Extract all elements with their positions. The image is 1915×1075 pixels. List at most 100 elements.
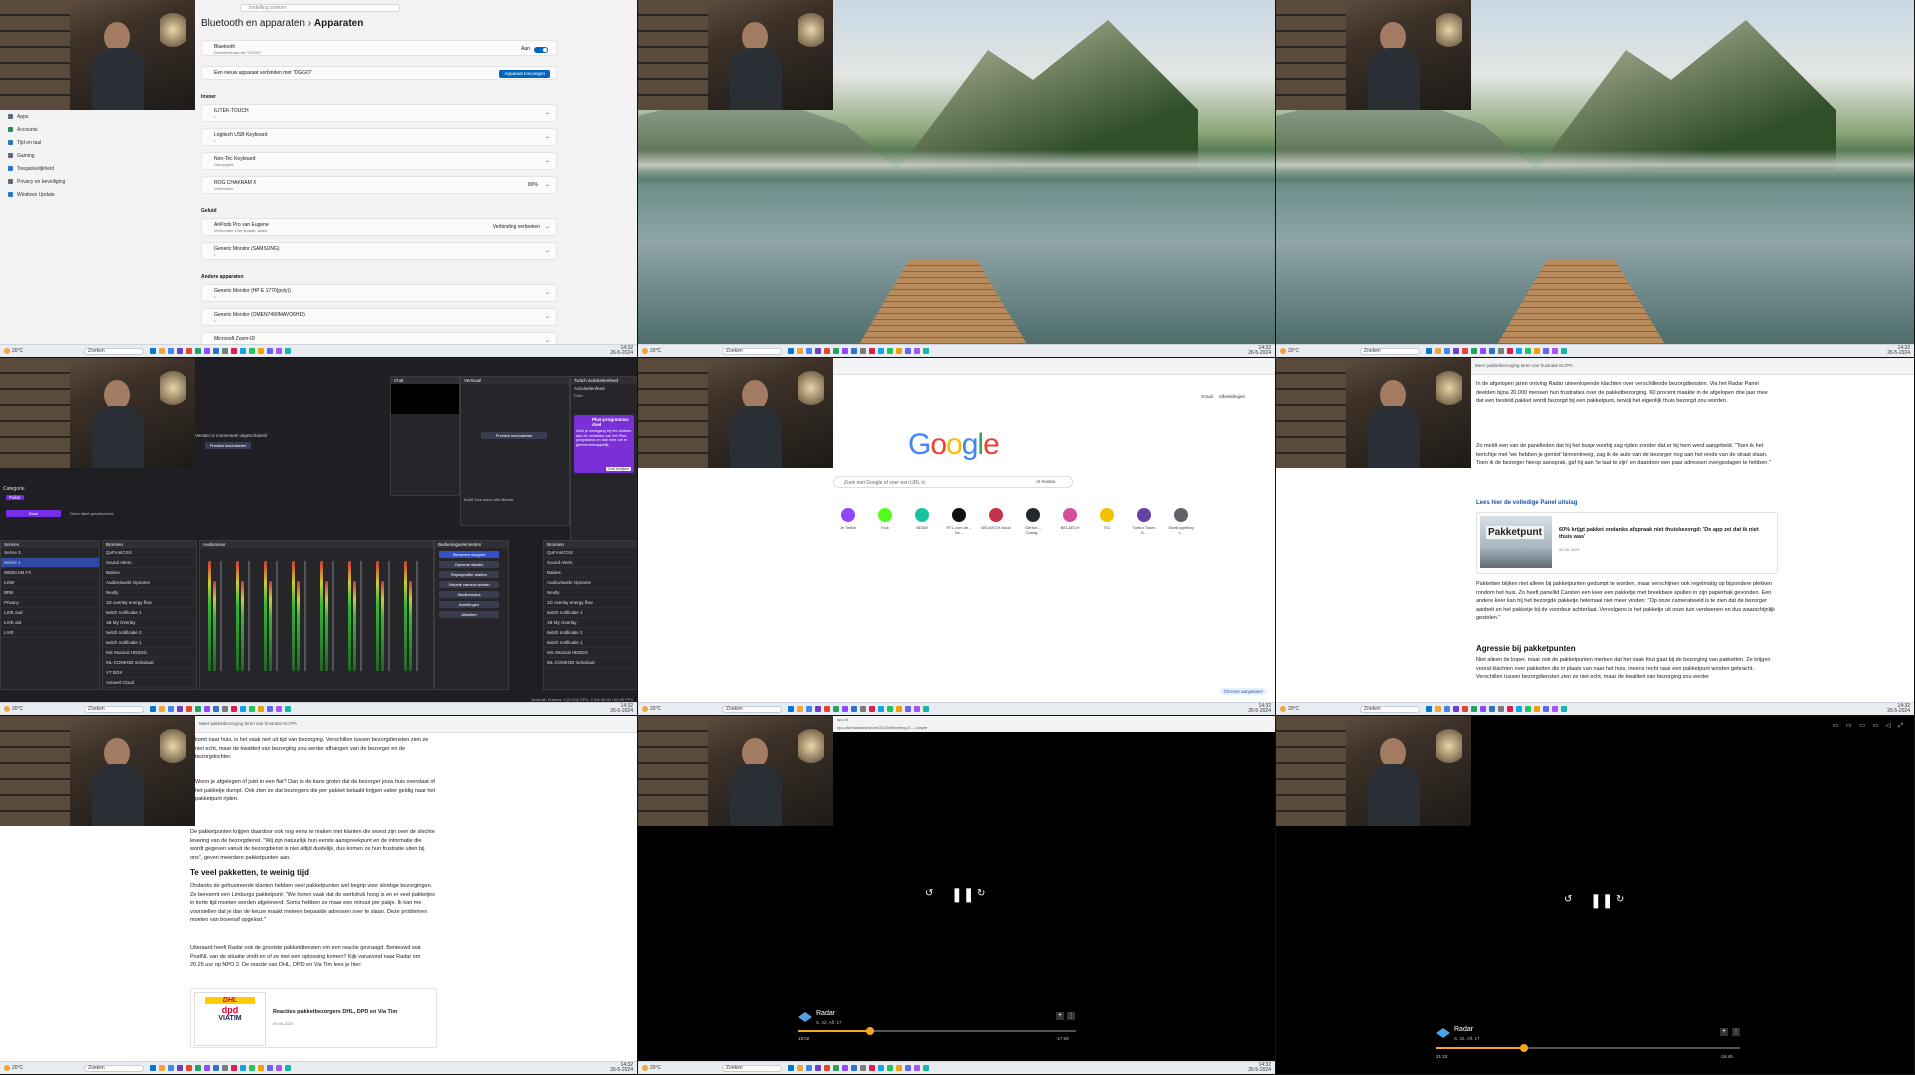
- device-card[interactable]: ILITEK-TOUCH • ⌄: [201, 104, 557, 122]
- app-icon[interactable]: [797, 706, 803, 712]
- chevron-down-icon[interactable]: ⌄: [545, 223, 550, 230]
- volume-slider[interactable]: [304, 561, 306, 671]
- app-icon[interactable]: [150, 348, 156, 354]
- app-icon[interactable]: [878, 1065, 884, 1071]
- app-icon[interactable]: [1471, 706, 1477, 712]
- app-icon[interactable]: [1561, 706, 1567, 712]
- video-progress[interactable]: [1436, 1044, 1740, 1052]
- app-icon[interactable]: [177, 1065, 183, 1071]
- device-card[interactable]: Generic Monitor (HP E 1770(poly)) • ⌄: [201, 284, 557, 302]
- taskbar-search-input[interactable]: Zoeken: [84, 1064, 144, 1072]
- app-icon[interactable]: [905, 706, 911, 712]
- control-button[interactable]: Instellingen: [439, 601, 499, 608]
- app-icon[interactable]: [1507, 706, 1513, 712]
- app-icon[interactable]: [1516, 348, 1522, 354]
- app-icon[interactable]: [249, 1065, 255, 1071]
- app-icon[interactable]: [258, 706, 264, 712]
- app-icon[interactable]: [887, 348, 893, 354]
- app-icon[interactable]: [1444, 348, 1450, 354]
- app-icon[interactable]: [1489, 348, 1495, 354]
- app-icon[interactable]: [824, 1065, 830, 1071]
- scene-item[interactable]: LIVE oud: [1, 608, 99, 618]
- weather-widget[interactable]: 20°C: [642, 348, 682, 354]
- device-card[interactable]: Generic Monitor (SAMSUNG) • ⌄: [201, 242, 557, 260]
- add-device-button[interactable]: Apparaat toevoegen: [499, 70, 550, 78]
- app-icon[interactable]: [186, 706, 192, 712]
- volume-slider[interactable]: [248, 561, 250, 671]
- device-card[interactable]: ROG CHAKRAM X Verbonden 80% ⌄: [201, 176, 557, 194]
- app-icon[interactable]: [815, 348, 821, 354]
- sidebar-item-5[interactable]: Privacy en beveiliging: [0, 175, 195, 188]
- more-button[interactable]: ⋮: [1067, 1012, 1075, 1020]
- app-icon[interactable]: [204, 1065, 210, 1071]
- source-item[interactable]: Sound Alerts: [103, 558, 196, 568]
- app-icon[interactable]: [1552, 706, 1558, 712]
- app-icon[interactable]: [195, 348, 201, 354]
- app-icon[interactable]: [1462, 348, 1468, 354]
- app-icon[interactable]: [195, 1065, 201, 1071]
- browser-address-bar[interactable]: Meer pakketbezorging leren van frustrati…: [1471, 358, 1914, 375]
- source-item[interactable]: Mic Musical HDSDG: [544, 648, 637, 658]
- sidebar-item-1[interactable]: Accounts: [0, 123, 195, 136]
- sidebar-item-3[interactable]: Gaming: [0, 149, 195, 162]
- app-icon[interactable]: [1480, 348, 1486, 354]
- app-icon[interactable]: [815, 1065, 821, 1071]
- app-icon[interactable]: [806, 1065, 812, 1071]
- browser-url[interactable]: npo-start/radar/seizoen/2024/aflevering-…: [837, 724, 1275, 732]
- app-icon[interactable]: [1435, 706, 1441, 712]
- video-progress[interactable]: [798, 1027, 1076, 1035]
- bluetooth-toggle[interactable]: [534, 47, 548, 53]
- taskbar-search-input[interactable]: Zoeken: [722, 705, 782, 713]
- forward-10-button[interactable]: ↻: [1616, 894, 1624, 905]
- app-icon[interactable]: [150, 1065, 156, 1071]
- app-icon[interactable]: [1453, 706, 1459, 712]
- app-icon[interactable]: [842, 1065, 848, 1071]
- app-icon[interactable]: [815, 706, 821, 712]
- taskbar-search-input[interactable]: Zoeken: [1360, 347, 1420, 355]
- scene-item[interactable]: Scène 1: [1, 558, 99, 568]
- pause-button[interactable]: ❚❚: [1590, 892, 1613, 909]
- taskbar-search-input[interactable]: Zoeken: [1360, 705, 1420, 713]
- control-button[interactable]: Studiomodus: [439, 591, 499, 598]
- scene-item[interactable]: LIVE old: [1, 618, 99, 628]
- app-icon[interactable]: [824, 348, 830, 354]
- chevron-down-icon[interactable]: ⌄: [545, 313, 550, 320]
- app-icon[interactable]: [168, 1065, 174, 1071]
- app-icon[interactable]: [1462, 706, 1468, 712]
- chevron-down-icon[interactable]: ⌄: [545, 337, 550, 344]
- app-icon[interactable]: [1480, 706, 1486, 712]
- source-item[interactable]: ML-CONKOB Individual: [103, 658, 196, 668]
- app-icon[interactable]: [905, 348, 911, 354]
- app-icon[interactable]: [851, 706, 857, 712]
- chevron-down-icon[interactable]: ⌄: [545, 289, 550, 296]
- source-item[interactable]: Balans: [544, 568, 637, 578]
- volume-slider[interactable]: [276, 561, 278, 671]
- weather-widget[interactable]: 20°C: [4, 1065, 44, 1071]
- app-icon[interactable]: [869, 706, 875, 712]
- app-icon[interactable]: [923, 1065, 929, 1071]
- app-icon[interactable]: [159, 706, 165, 712]
- app-icon[interactable]: [222, 1065, 228, 1071]
- app-icon[interactable]: [204, 706, 210, 712]
- device-card[interactable]: Logitech USB Keyboard • ⌄: [201, 128, 557, 146]
- app-icon[interactable]: [267, 348, 273, 354]
- related-article-card[interactable]: Pakketpunt 60% krijgt pakket ondanks afs…: [1476, 512, 1778, 574]
- app-icon[interactable]: [249, 348, 255, 354]
- app-icon[interactable]: [869, 1065, 875, 1071]
- app-icon[interactable]: [914, 706, 920, 712]
- app-icon[interactable]: [1471, 348, 1477, 354]
- images-link[interactable]: Afbeeldingen: [1219, 394, 1245, 399]
- source-item[interactable]: 1D overlay energy flow: [103, 598, 196, 608]
- source-item[interactable]: ML-CONKOB Individual: [544, 658, 637, 668]
- app-icon[interactable]: [887, 1065, 893, 1071]
- shortcut-tile[interactable]: BELAECH: [1055, 508, 1085, 530]
- shortcut-tile[interactable]: TIG: [1092, 508, 1122, 530]
- source-item[interactable]: Audiovisuele Opname: [103, 578, 196, 588]
- weather-widget[interactable]: 20°C: [1280, 348, 1320, 354]
- app-icon[interactable]: [267, 1065, 273, 1071]
- app-icon[interactable]: [1498, 348, 1504, 354]
- app-icon[interactable]: [833, 1065, 839, 1071]
- volume-slider[interactable]: [220, 561, 222, 671]
- app-icon[interactable]: [285, 706, 291, 712]
- ai-mode-button[interactable]: AI-modus: [1036, 479, 1055, 484]
